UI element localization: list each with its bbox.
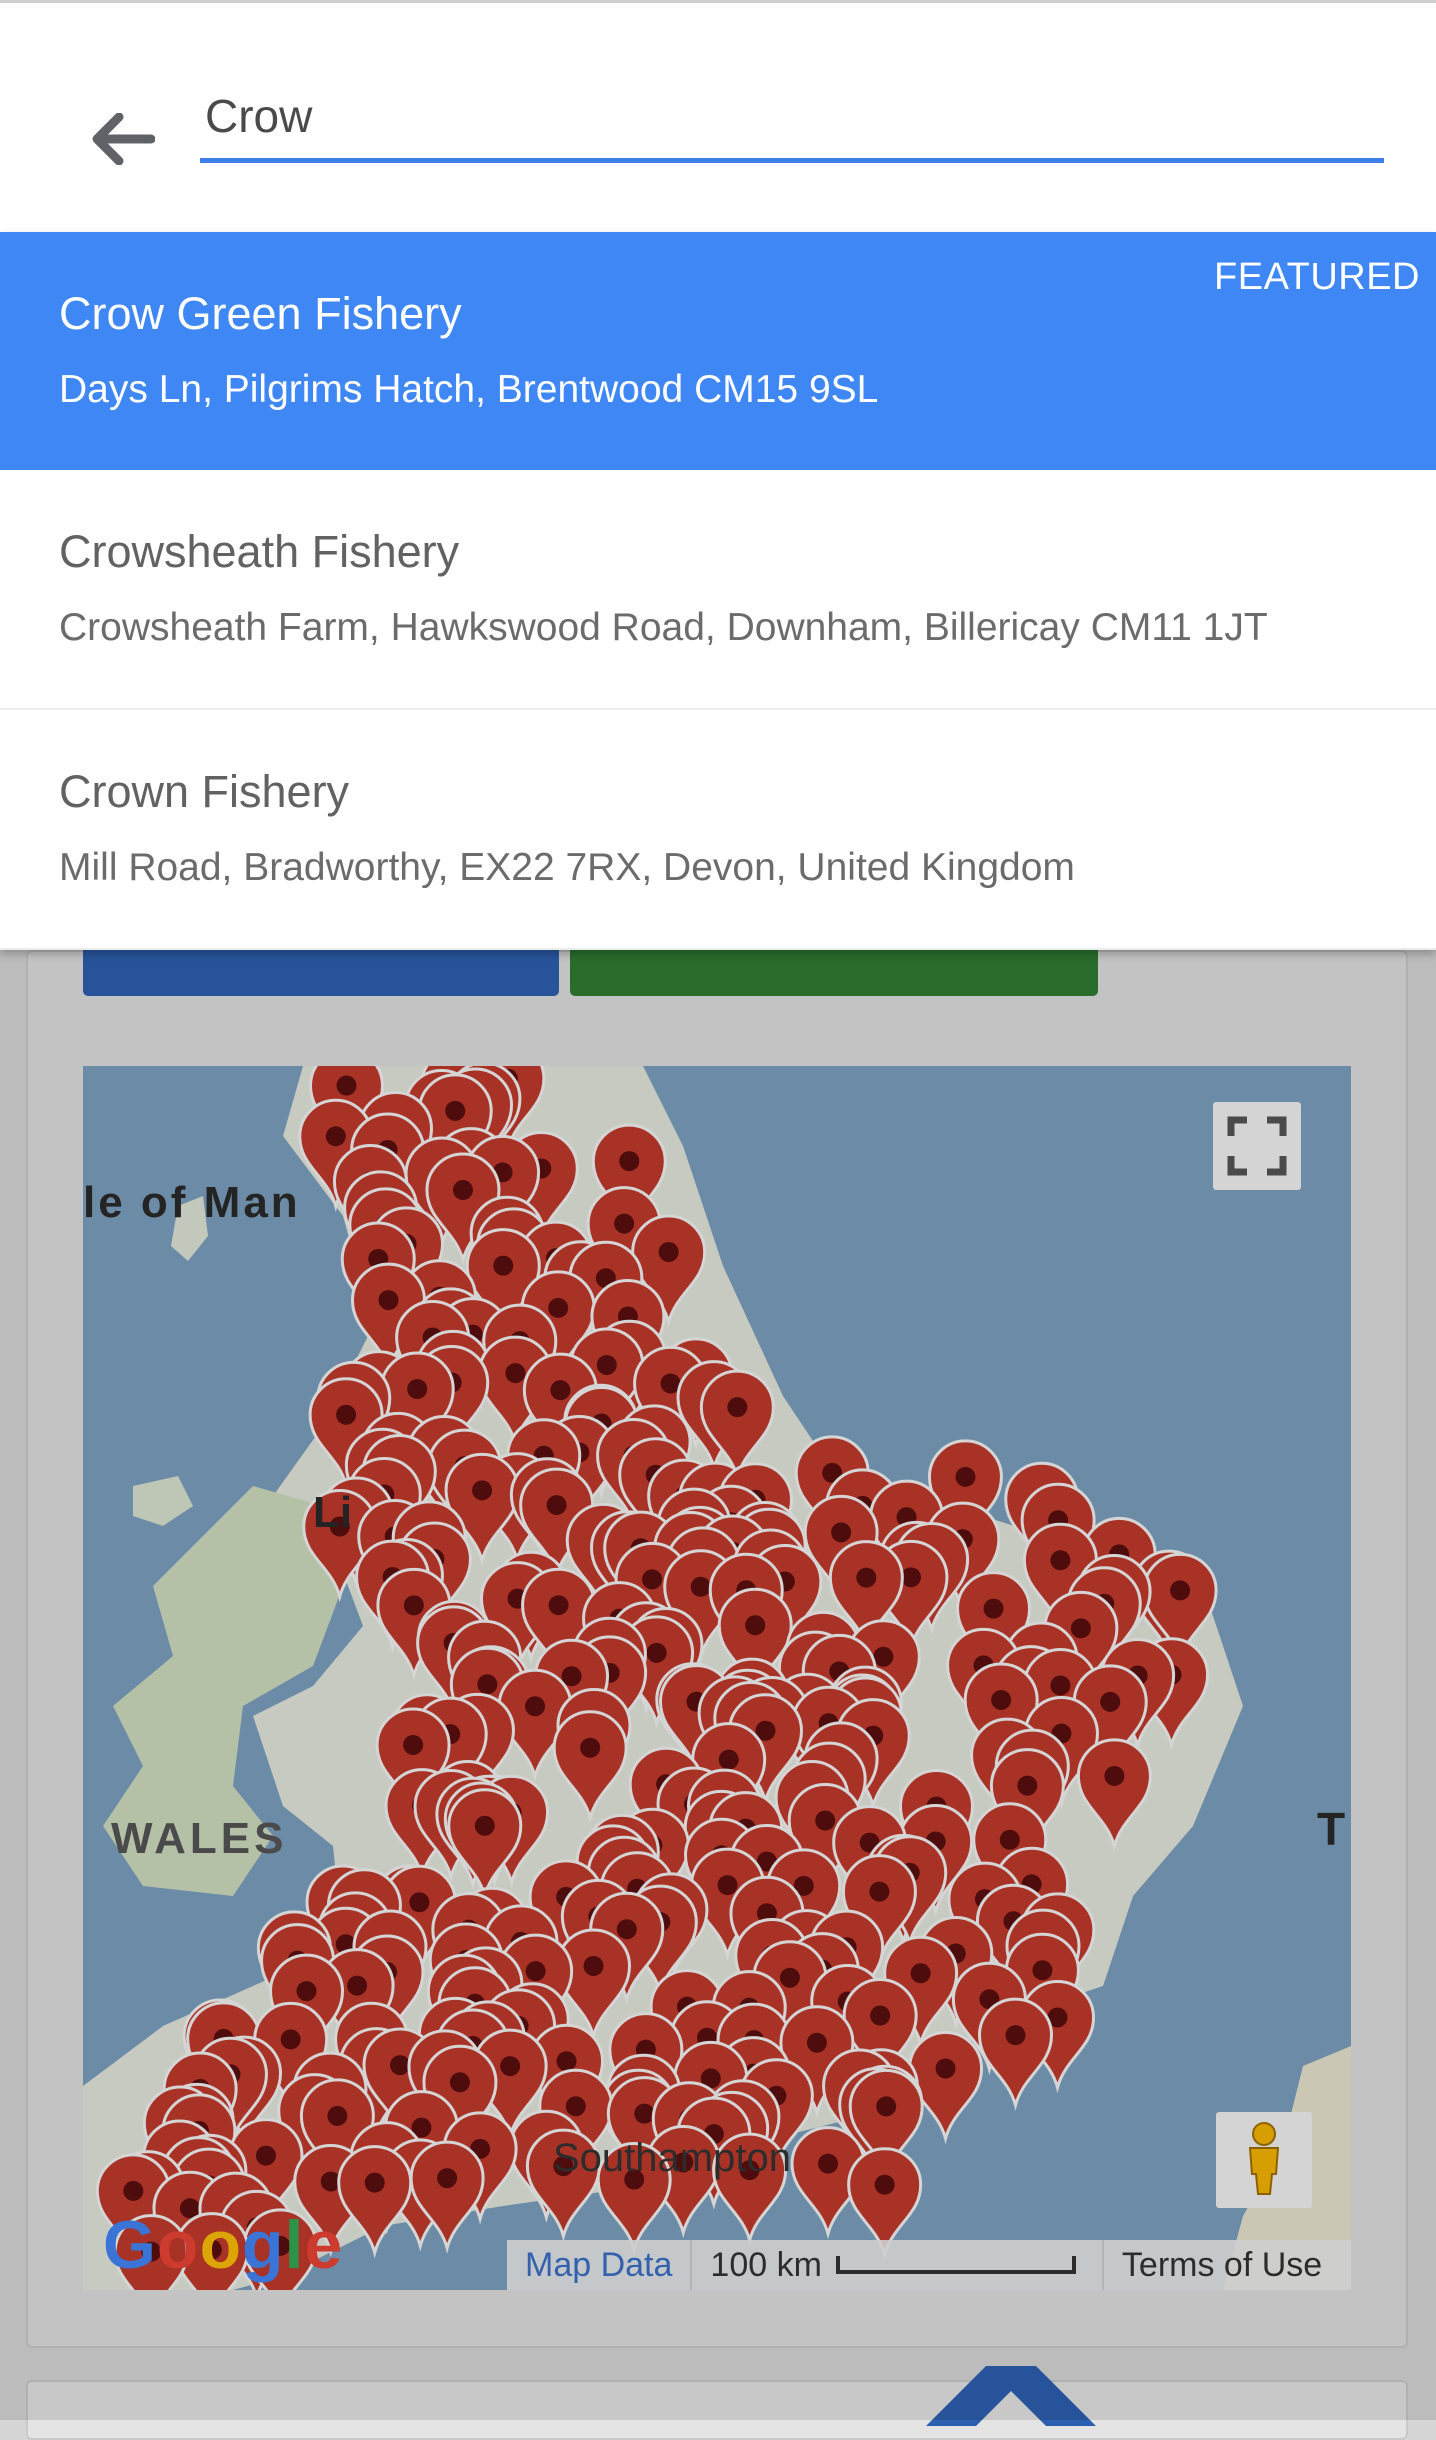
terms-of-use-link[interactable]: Terms of Use xyxy=(1104,2246,1340,2285)
map-footer: Map Data 100 km Terms of Use xyxy=(507,2240,1351,2290)
map-canvas xyxy=(83,1066,1351,2290)
map-label-liverpool: Li xyxy=(313,1488,353,1537)
map-label-right-edge: T xyxy=(1317,1803,1346,1855)
search-header xyxy=(0,3,1436,232)
suggestion-item[interactable]: Crown Fishery Mill Road, Bradworthy, EX2… xyxy=(0,710,1436,950)
map-label-isle-of-man: le of Man xyxy=(83,1178,301,1227)
chevron-up-icon xyxy=(926,2366,1096,2426)
back-button[interactable] xyxy=(78,101,168,181)
map-scale-label: 100 km xyxy=(710,2245,822,2284)
suggestion-item[interactable]: Crowsheath Fishery Crowsheath Farm, Hawk… xyxy=(0,470,1436,710)
secondary-action-button[interactable] xyxy=(570,950,1098,996)
map-data-link[interactable]: Map Data xyxy=(507,2246,690,2285)
map-pin-icon[interactable] xyxy=(978,1997,1054,2111)
google-logo: Google xyxy=(103,2207,344,2283)
suggestion-address: Crowsheath Farm, Hawkswood Road, Downham… xyxy=(59,606,1268,649)
street-view-button[interactable] xyxy=(1216,2112,1312,2208)
search-suggestions: FEATURED Crow Green Fishery Days Ln, Pil… xyxy=(0,232,1436,950)
arrow-left-icon xyxy=(91,112,156,170)
map-view[interactable]: le of Man Li WALES Southampton T Google … xyxy=(83,1066,1351,2290)
map-label-wales: WALES xyxy=(111,1814,288,1863)
suggestion-item[interactable]: FEATURED Crow Green Fishery Days Ln, Pil… xyxy=(0,232,1436,470)
next-card xyxy=(26,2380,1408,2440)
featured-badge: FEATURED xyxy=(1214,256,1420,298)
fullscreen-icon xyxy=(1227,1116,1287,1176)
primary-action-button[interactable] xyxy=(83,950,559,996)
fullscreen-button[interactable] xyxy=(1213,1102,1301,1190)
suggestion-name: Crown Fishery xyxy=(59,766,350,817)
map-scale-bar xyxy=(835,2256,1076,2274)
suggestion-name: Crowsheath Fishery xyxy=(59,526,460,577)
suggestion-name: Crow Green Fishery xyxy=(59,288,462,339)
map-pin-icon[interactable] xyxy=(847,2147,923,2261)
suggestion-address: Days Ln, Pilgrims Hatch, Brentwood CM15 … xyxy=(59,368,879,411)
suggestion-address: Mill Road, Bradworthy, EX22 7RX, Devon, … xyxy=(59,846,1075,889)
search-input[interactable] xyxy=(200,73,1384,163)
anglesey-land xyxy=(133,1476,193,1526)
map-label-southampton: Southampton xyxy=(553,2136,791,2180)
pegman-icon xyxy=(1248,2122,1280,2195)
